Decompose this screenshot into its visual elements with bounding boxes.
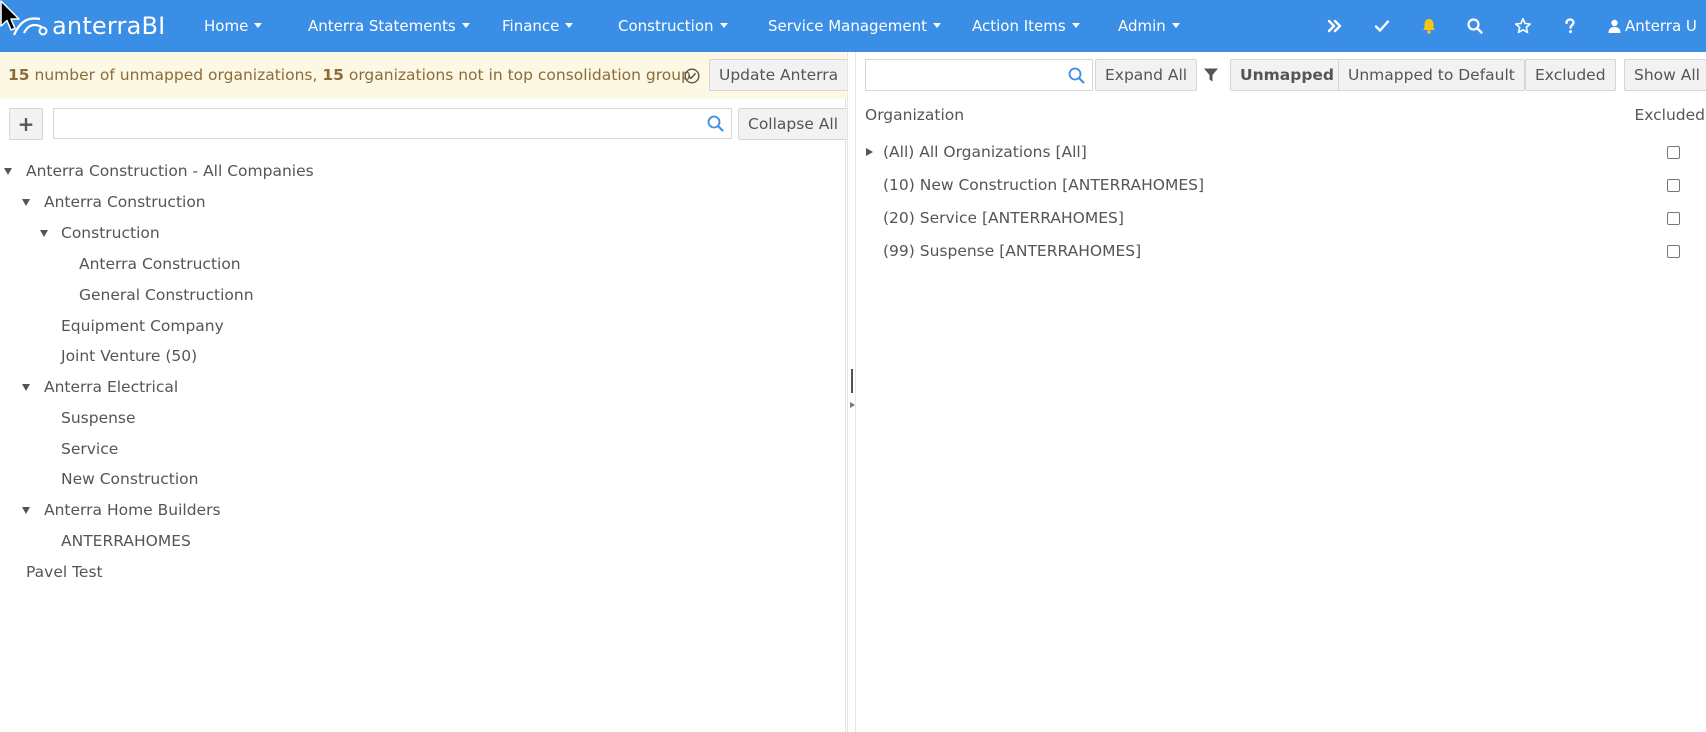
right-panel: Expand All Unmapped Unmapped to Default …: [857, 52, 1706, 732]
expand-all-button[interactable]: Expand All: [1095, 59, 1198, 91]
tree-node-label: Joint Venture (50): [61, 347, 198, 365]
caret-down-icon: [461, 23, 470, 28]
table-row[interactable]: (10) New Construction [ANTERRAHOMES]: [857, 169, 1706, 202]
caret-down-icon: [254, 23, 263, 28]
caret-down-icon: [1171, 23, 1180, 28]
tree-node-label: ANTERRAHOMES: [61, 532, 191, 550]
user-name: Anterra U: [1625, 17, 1697, 35]
expand-triangle-icon[interactable]: [4, 168, 12, 175]
column-header-organization[interactable]: Organization: [865, 99, 964, 131]
organization-label: (All) All Organizations [All]: [883, 143, 1087, 161]
nav-menu-admin[interactable]: Admin: [1118, 0, 1180, 52]
splitter-grip-icon[interactable]: [851, 369, 853, 393]
table-row[interactable]: (All) All Organizations [All]: [857, 136, 1706, 169]
tree-node-label: Anterra Electrical: [44, 378, 179, 396]
tree-node-label: Anterra Construction: [44, 193, 206, 211]
unmapped-count: 15: [8, 66, 30, 84]
unmapped-filter-button[interactable]: Unmapped: [1230, 59, 1345, 91]
tree-node-label: Construction: [61, 224, 160, 242]
nav-menu-label: Anterra Statements: [308, 17, 456, 35]
nav-menu-label: Home: [204, 17, 249, 35]
tree-node-label: Suspense: [61, 409, 136, 427]
tree-node-label: New Construction: [61, 470, 199, 488]
bell-icon[interactable]: [1417, 14, 1441, 38]
collapse-arrow-icon[interactable]: [850, 402, 855, 408]
organization-label: (99) Suspense [ANTERRAHOMES]: [883, 242, 1142, 260]
search-icon[interactable]: [706, 114, 725, 133]
grid-toolbar: Expand All Unmapped Unmapped to Default …: [857, 52, 1706, 99]
table-row[interactable]: (99) Suspense [ANTERRAHOMES]: [857, 235, 1706, 268]
unmapped-text: number of unmapped organizations,: [29, 66, 323, 84]
expand-triangle-icon[interactable]: [22, 199, 30, 206]
caret-down-icon: [719, 23, 728, 28]
unmapped-to-default-button[interactable]: Unmapped to Default: [1338, 59, 1525, 91]
nav-menu-construction[interactable]: Construction: [618, 0, 728, 52]
tree-node-label: Anterra Home Builders: [44, 501, 221, 519]
tree-node-label: Service: [61, 440, 119, 458]
question-icon[interactable]: [1558, 14, 1582, 38]
expand-triangle-icon[interactable]: [22, 384, 30, 391]
tree-toolbar: + Collapse All: [0, 99, 849, 149]
unmapped-alert-bar: 15 number of unmapped organizations, 15 …: [0, 52, 849, 99]
not-in-top-text: organizations not in top consolidation g…: [343, 66, 691, 84]
left-panel: 15 number of unmapped organizations, 15 …: [0, 52, 849, 732]
nav-menu-service-management[interactable]: Service Management: [768, 0, 942, 52]
show-all-button[interactable]: Show All: [1624, 59, 1706, 91]
tree-search-box: [53, 108, 732, 139]
tree-node-label: Equipment Company: [61, 317, 224, 335]
user-menu[interactable]: Anterra U: [1608, 0, 1697, 52]
excluded-checkbox[interactable]: [1667, 245, 1680, 258]
expand-triangle-icon[interactable]: [40, 230, 48, 237]
organization-label: (20) Service [ANTERRAHOMES]: [883, 209, 1124, 227]
star-icon[interactable]: [1511, 14, 1535, 38]
not-in-top-count: 15: [322, 66, 344, 84]
excluded-checkbox[interactable]: [1667, 179, 1680, 192]
tree-node-label: Anterra Construction - All Companies: [26, 162, 314, 180]
expand-triangle-icon[interactable]: [866, 148, 873, 156]
add-node-button[interactable]: +: [9, 108, 43, 140]
update-anterra-button[interactable]: Update Anterra: [709, 59, 849, 91]
grid-header: Organization Excluded: [857, 99, 1706, 131]
nav-menu-label: Action Items: [972, 17, 1066, 35]
tree-node-label: General Constructionn: [79, 286, 254, 304]
nav-menu-label: Service Management: [768, 17, 928, 35]
double-chevron-right-icon[interactable]: [1323, 14, 1347, 38]
user-icon: [1608, 19, 1621, 33]
nav-menu-action-items[interactable]: Action Items: [972, 0, 1080, 52]
grid-search-box: [865, 59, 1093, 91]
column-header-excluded[interactable]: Excluded: [1634, 99, 1705, 131]
tree-node-label: Anterra Construction: [79, 255, 241, 273]
nav-menu-label: Admin: [1118, 17, 1166, 35]
collapse-all-button[interactable]: Collapse All: [738, 108, 849, 140]
nav-menu-finance[interactable]: Finance: [502, 0, 574, 52]
table-row[interactable]: (20) Service [ANTERRAHOMES]: [857, 202, 1706, 235]
check-icon[interactable]: [1370, 14, 1394, 38]
expand-triangle-icon[interactable]: [22, 507, 30, 514]
panel-splitter[interactable]: [847, 52, 856, 732]
nav-menu-home[interactable]: Home: [204, 0, 263, 52]
brand-logo[interactable]: anterraBI: [10, 10, 165, 42]
search-icon[interactable]: [1067, 66, 1086, 85]
tree-node-label: Pavel Test: [26, 563, 103, 581]
check-circle-icon: [684, 68, 700, 84]
excluded-checkbox[interactable]: [1667, 212, 1680, 225]
caret-down-icon: [1071, 23, 1080, 28]
caret-down-icon: [565, 23, 574, 28]
caret-down-icon: [933, 23, 942, 28]
tree-search-input[interactable]: [54, 109, 694, 138]
organization-label: (10) New Construction [ANTERRAHOMES]: [883, 176, 1205, 194]
nav-menu-anterra-statements[interactable]: Anterra Statements: [308, 0, 470, 52]
mouse-cursor-icon: [0, 0, 20, 31]
excluded-checkbox[interactable]: [1667, 146, 1680, 159]
excluded-filter-button[interactable]: Excluded: [1525, 59, 1616, 91]
brand-name: anterraBI: [52, 12, 166, 40]
grid-search-input[interactable]: [866, 60, 1061, 90]
nav-menu-label: Finance: [502, 17, 560, 35]
top-navbar: anterraBI Home Anterra Statements Financ…: [0, 0, 1706, 52]
nav-menu-label: Construction: [618, 17, 714, 35]
alert-message: 15 number of unmapped organizations, 15 …: [8, 52, 691, 99]
search-icon[interactable]: [1463, 14, 1487, 38]
filter-icon: [1204, 68, 1218, 82]
